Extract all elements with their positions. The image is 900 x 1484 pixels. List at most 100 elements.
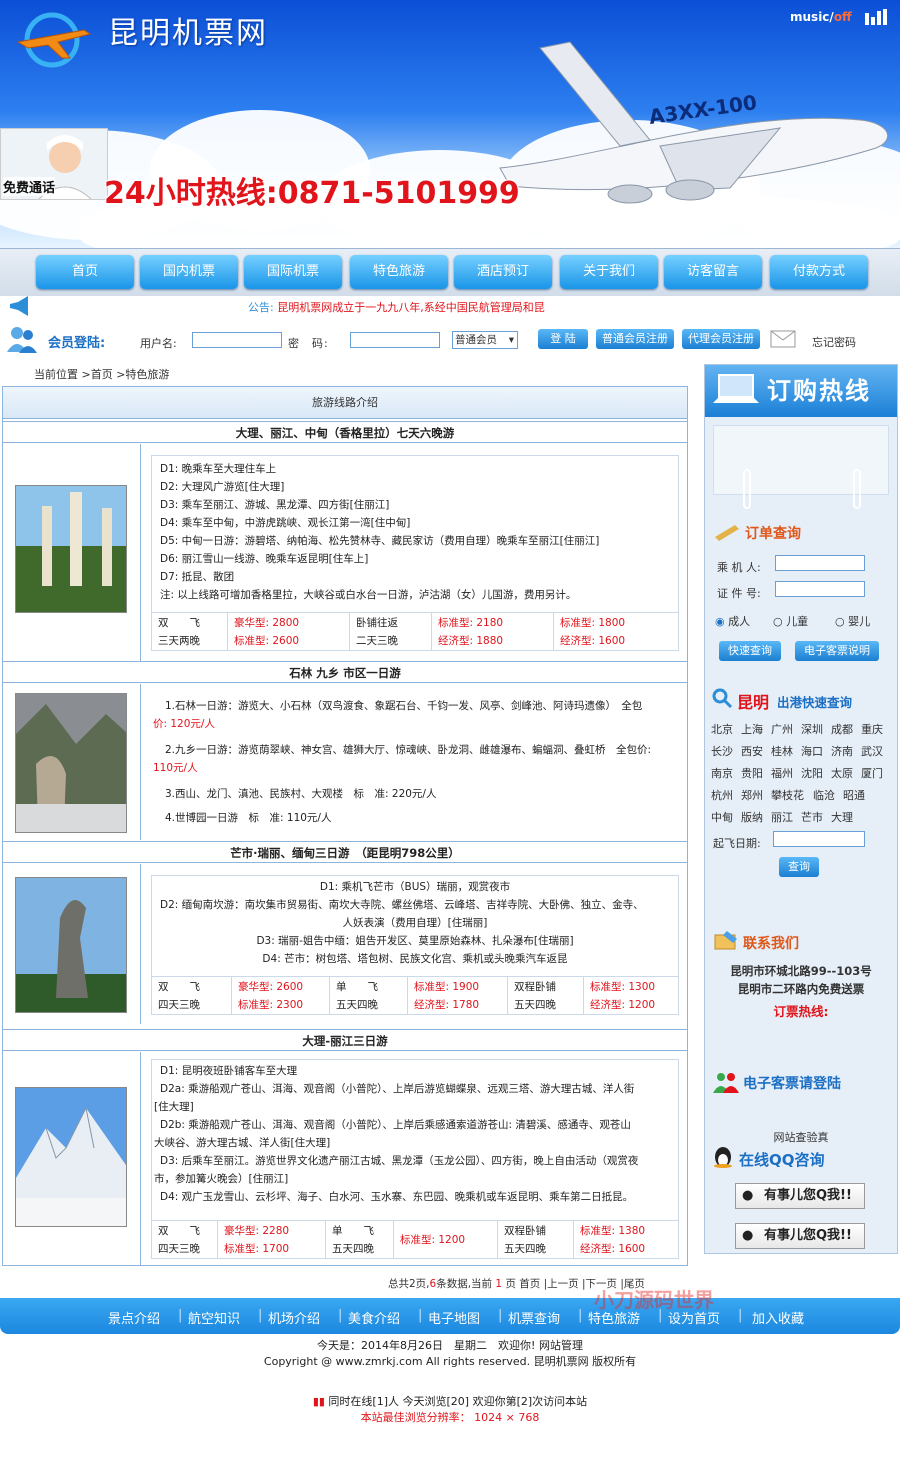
radio-child[interactable]: ○ 儿童 [773, 613, 808, 629]
footer-link-5[interactable]: 机票查询 [508, 1308, 560, 1327]
city-link[interactable]: 太原 [831, 765, 853, 781]
itinerary-line: D1: 昆明夜班卧铺客车至大理 [160, 1065, 298, 1077]
member-type-select[interactable]: 普通会员 ▾ [452, 331, 518, 349]
site-title: 昆明机票网 [108, 16, 268, 51]
register-agent-button[interactable]: 代理会员注册 [682, 329, 760, 349]
passenger-input[interactable] [775, 555, 865, 571]
nav-international-tickets[interactable]: 国际机票 [244, 255, 342, 289]
city-link[interactable]: 重庆 [861, 721, 883, 737]
footer-separator: | [498, 1308, 503, 1323]
query-button[interactable]: 查询 [779, 857, 819, 877]
quick-query-button[interactable]: 快速查询 [719, 641, 781, 661]
qq-contact-button-1[interactable]: 有事儿您Q我!! ● [735, 1183, 865, 1209]
city-link[interactable]: 武汉 [861, 743, 883, 759]
city-link[interactable]: 版纳 [741, 809, 763, 825]
music-bars-icon[interactable] [864, 9, 890, 25]
city-link[interactable]: 福州 [771, 765, 793, 781]
nav-domestic-tickets[interactable]: 国内机票 [140, 255, 238, 289]
city-link[interactable]: 厦门 [861, 765, 883, 781]
forgot-password-link[interactable]: 忘记密码 [812, 334, 856, 350]
nav-tours[interactable]: 特色旅游 [350, 255, 448, 289]
itinerary-line: D7: 抵昆、散团 [160, 571, 235, 583]
register-normal-button[interactable]: 普通会员注册 [596, 329, 674, 349]
itinerary-line: D3: 瑞丽-姐告中缅：姐告开发区、莫里原始森林、扎朵瀑布[住瑞丽] [256, 935, 574, 947]
city-link[interactable]: 桂林 [771, 743, 793, 759]
footer-info: 今天是：2014年8月26日 星期二 欢迎你! 网站管理 Copyright @… [0, 1338, 900, 1426]
itinerary-line: D1: 晚乘车至大理住车上 [160, 463, 277, 475]
itinerary-line: 市，参加篝火晚会）[住丽江] [154, 1173, 289, 1185]
city-link[interactable]: 成都 [831, 721, 853, 737]
qq-icon: ● [742, 1188, 754, 1203]
city-link[interactable]: 丽江 [771, 809, 793, 825]
departure-date-input[interactable] [773, 831, 865, 847]
price-cell: 单 飞五天四晚 [326, 1221, 394, 1259]
users-icon [713, 1073, 739, 1093]
password-input[interactable] [350, 332, 440, 348]
notice-marquee[interactable]: 公告: 昆明机票网成立于一九九八年,系经中国民航管理局和昆 [248, 299, 545, 315]
qq-contact-button-2[interactable]: 有事儿您Q我!! ● [735, 1223, 865, 1249]
itinerary-line: D4: 芒市：树包塔、塔包树、民族文化宫、乘机或头晚乘汽车返昆 [262, 953, 568, 965]
route-detail-box: 1.石林一日游：游览大、小石林（双鸟渡食、象踞石台、千钧一发、风亭、剑峰池、阿诗… [151, 693, 679, 833]
city-link[interactable]: 北京 [711, 721, 733, 737]
eticket-login-title[interactable]: 电子客票请登陆 [743, 1073, 841, 1093]
footer-link-4[interactable]: 电子地图 [428, 1308, 480, 1327]
footer-link-0[interactable]: 景点介绍 [108, 1308, 160, 1327]
city-link[interactable]: 大理 [831, 809, 853, 825]
password-label: 密 码: [288, 337, 329, 350]
city-link[interactable]: 郑州 [741, 787, 763, 803]
nav-home[interactable]: 首页 [36, 255, 134, 289]
itinerary-line: D6: 丽江雪山一线游、晚乘车返昆明[住车上] [160, 553, 369, 565]
nav-about[interactable]: 关于我们 [560, 255, 658, 289]
passenger-label: 乘 机 人: [717, 561, 761, 574]
footer-link-3[interactable]: 美食介绍 [348, 1308, 400, 1327]
city-link[interactable]: 海口 [801, 743, 823, 759]
eticket-info-button[interactable]: 电子客票说明 [795, 641, 879, 661]
qq-icon: ● [742, 1228, 754, 1243]
footer-link-8[interactable]: 加入收藏 [752, 1308, 804, 1327]
city-link[interactable]: 芒市 [801, 809, 823, 825]
city-link[interactable]: 长沙 [711, 743, 733, 759]
itinerary-line: 4.世博园一日游 标 准: 110元/人 [165, 812, 332, 824]
route-detail-box: D1: 晚乘车至大理住车上 D2: 大理风广游览[住大理] D3: 乘车至丽江、… [151, 455, 679, 651]
footer-link-1[interactable]: 航空知识 [188, 1308, 240, 1327]
city-link[interactable]: 攀枝花 [771, 787, 804, 803]
qq-consult-title: 在线QQ咨询 [739, 1151, 825, 1169]
chevron-down-icon: ▾ [508, 334, 514, 346]
departure-date-label: 起飞日期: [713, 837, 761, 850]
city-link[interactable]: 济南 [831, 743, 853, 759]
city-link[interactable]: 西安 [741, 743, 763, 759]
price-cell: 双 飞四天三晚 [152, 977, 232, 1015]
price-cell: 标准型: 1800 经济型: 1600 [560, 617, 626, 647]
route-photo-jade-dragon-snow-mountain [15, 1087, 127, 1227]
username-input[interactable] [192, 332, 282, 348]
hotline-box [713, 425, 889, 495]
city-link[interactable]: 南京 [711, 765, 733, 781]
city-link[interactable]: 贵阳 [741, 765, 763, 781]
city-link[interactable]: 中甸 [711, 809, 733, 825]
ring-binder [853, 469, 861, 509]
route-title: 大理、丽江、中甸（香格里拉）七天六晚游 [3, 421, 687, 443]
footer-separator: | [258, 1308, 263, 1323]
kunming-label: 昆明 [737, 693, 770, 712]
itinerary-line: D3: 后乘车至丽江。游览世界文化遗产丽江古城、黑龙潭（玉龙公园）、四方街，晚上… [160, 1155, 639, 1167]
city-link[interactable]: 昭通 [843, 787, 865, 803]
hotline-text: 24小时热线:0871-5101999 [104, 176, 520, 211]
itinerary-line: 3.西山、龙门、滇池、民族村、大观楼 标 准: 220元/人 [165, 788, 437, 800]
id-number-input[interactable] [775, 581, 865, 597]
radio-infant[interactable]: ○ 婴儿 [835, 613, 870, 629]
nav-hotels[interactable]: 酒店预订 [454, 255, 552, 289]
city-link[interactable]: 沈阳 [801, 765, 823, 781]
nav-guestbook[interactable]: 访客留言 [664, 255, 762, 289]
login-button[interactable]: 登 陆 [538, 329, 588, 349]
footer-link-2[interactable]: 机场介绍 [268, 1308, 320, 1327]
city-link[interactable]: 临沧 [813, 787, 835, 803]
nav-payment[interactable]: 付款方式 [770, 255, 868, 289]
city-link[interactable]: 深圳 [801, 721, 823, 737]
breadcrumb: 当前位置 >首页 >特色旅游 [34, 368, 170, 381]
radio-adult[interactable]: ◉ 成人 [715, 613, 750, 629]
music-toggle[interactable]: music/off [790, 10, 852, 24]
city-link[interactable]: 杭州 [711, 787, 733, 803]
city-link[interactable]: 上海 [741, 721, 763, 737]
footer-separator: | [418, 1308, 423, 1323]
city-link[interactable]: 广州 [771, 721, 793, 737]
